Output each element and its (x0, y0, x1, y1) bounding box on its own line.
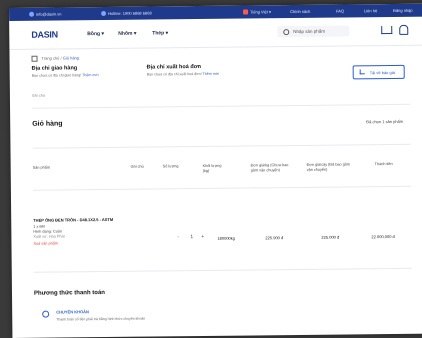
divider (33, 267, 412, 273)
search-icon (283, 29, 290, 36)
main-header: DASIN Bồng ▾ Nhôm ▾ Thép ▾ Nhập sản phẩm (9, 16, 422, 50)
divider (32, 143, 411, 149)
cart-title: Giỏ hàng (32, 120, 63, 128)
divider (32, 185, 411, 191)
search-placeholder: Nhập sản phẩm (293, 28, 326, 35)
note-label: Ghi chú (31, 93, 46, 98)
col-weight: Khối lượng (kg) (202, 163, 222, 173)
language-selector[interactable]: Tiếng Việt ▾ (243, 9, 271, 15)
remove-item-link[interactable]: Xoá sản phẩm (33, 241, 113, 246)
faq-link[interactable]: FAQ (336, 8, 344, 13)
contact-link[interactable]: Liên hệ (364, 8, 377, 13)
col-qty: Số lượng (162, 164, 179, 169)
item-total: 22.000.000 đ (371, 233, 395, 240)
nav-nhom[interactable]: Nhôm ▾ (118, 31, 136, 37)
quantity-stepper: - 1 + (177, 234, 211, 242)
qty-increase-button[interactable]: + (201, 234, 204, 240)
breadcrumb: Trang chủ / Giỏ hàng (31, 55, 80, 62)
col-price-bar: Đơn giá/cây (Đã bao gồm vận chuyển) (306, 162, 351, 172)
col-product: Sản phẩm (32, 165, 51, 170)
item-weight: 180000kg (217, 235, 236, 241)
selected-count: Đã chọn 1 sản phẩm (366, 118, 404, 125)
breadcrumb-current: Giỏ hàng (62, 55, 80, 61)
product-name[interactable]: THÉP ỐNG ĐEN TRÒN - D48.1X2.5 - ASTM (33, 217, 113, 223)
add-delivery-link[interactable]: Thêm mới (82, 73, 98, 77)
delivery-address: Địa chỉ giao hàng Bạn chưa có địa chỉ gi… (31, 65, 99, 78)
col-total: Thành tiền (374, 161, 393, 167)
nav-bong[interactable]: Bồng ▾ (87, 31, 104, 37)
download-quote-button[interactable]: Tải về báo giá (352, 64, 405, 80)
payment-description: Thanh toán số tiền phải trả bằng hình th… (56, 316, 146, 322)
add-invoice-link[interactable]: Thêm mới (203, 72, 219, 76)
payment-option-label[interactable]: CHUYỂN KHOẢN (56, 309, 89, 314)
col-note: Ghi chú (130, 164, 144, 169)
payment-title: Phương thức thanh toán (33, 290, 105, 297)
nav-thep[interactable]: Thép ▾ (152, 30, 168, 36)
qty-value[interactable]: 1 (190, 234, 193, 240)
bell-icon[interactable] (399, 24, 409, 35)
qty-decrease-button[interactable]: - (177, 234, 179, 240)
payment-radio[interactable] (42, 310, 50, 318)
flag-icon (243, 9, 249, 15)
hotline-link[interactable]: Hotline: 1900 6868 6868 (101, 11, 152, 17)
cart-icon[interactable] (381, 25, 393, 35)
invoice-address: Địa chỉ xuất hoá đơn Bạn chưa có địa chỉ… (146, 63, 219, 77)
home-icon (31, 55, 38, 62)
breadcrumb-home[interactable]: Trang chủ (42, 56, 60, 61)
email-link[interactable]: info@dasin.vn (29, 11, 62, 18)
cart-item: THÉP ỐNG ĐEN TRÒN - D48.1X2.5 - ASTM 1 x… (33, 216, 114, 246)
policy-link[interactable]: Chính sách (290, 9, 310, 14)
item-price-kg: 225.900 đ (265, 235, 284, 241)
item-price-bar: 225.000 đ (321, 234, 340, 240)
divider (32, 103, 411, 109)
login-link[interactable]: Đăng nhập (393, 8, 413, 13)
cart-page: info@dasin.vn Hotline: 1900 6868 6868 Ti… (9, 3, 422, 338)
site-logo[interactable]: DASIN (31, 29, 58, 39)
mail-icon (29, 12, 35, 18)
download-icon (359, 69, 365, 75)
search-box[interactable]: Nhập sản phẩm (277, 25, 350, 38)
col-price-kg: Đơn giá/kg (Chưa bao gồm vận chuyển) (250, 163, 289, 173)
phone-icon (101, 11, 107, 17)
